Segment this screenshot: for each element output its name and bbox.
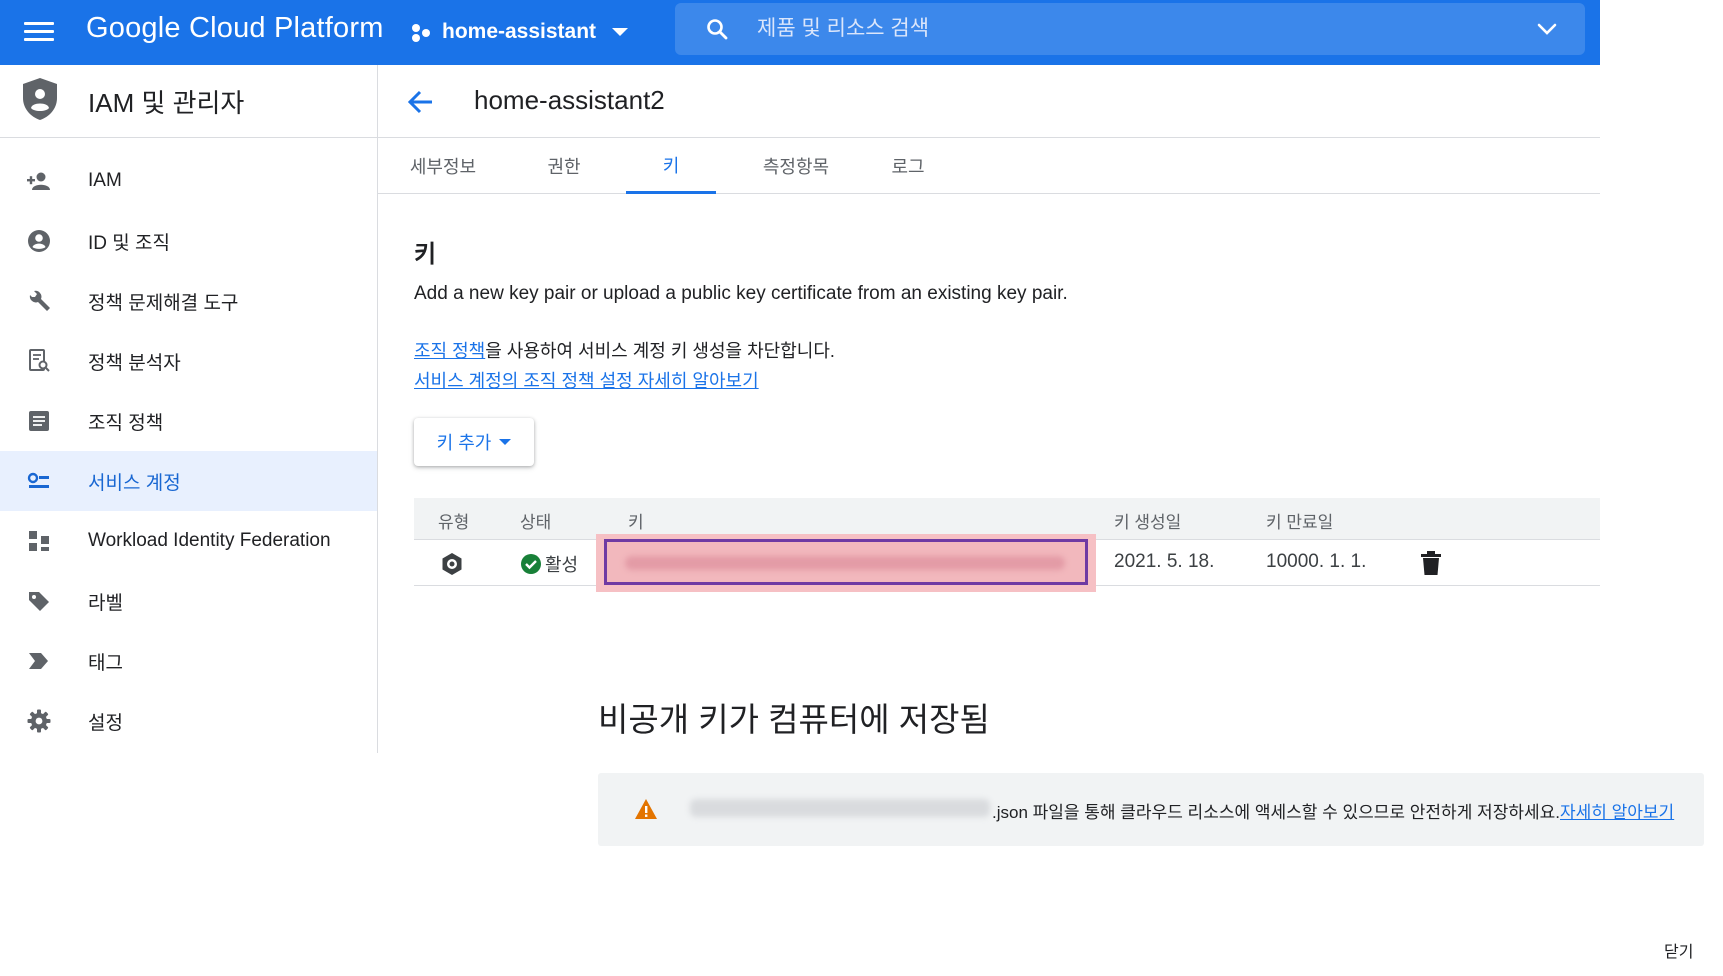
project-name: home-assistant	[442, 20, 597, 43]
warning-icon	[635, 799, 657, 819]
caret-down-icon	[499, 439, 512, 445]
sidebar-item-identity[interactable]: ID 및 조직	[0, 211, 377, 271]
sidebar-title: IAM 및 관리자	[88, 88, 245, 118]
warning-learn-more-link[interactable]: 자세히 알아보기	[1560, 803, 1674, 822]
redacted-text	[625, 556, 1065, 570]
top-app-bar: Google Cloud Platform home-assistant	[0, 0, 1600, 65]
tab-keys[interactable]: 키	[626, 138, 716, 194]
key-type-icon	[442, 553, 462, 575]
sidebar-item-iam[interactable]: IAM	[0, 151, 377, 211]
warning-message: .json 파일을 통해 클라우드 리소스에 액세스할 수 있으므로 안전하게 …	[992, 803, 1560, 822]
sidebar-item-label: 태그	[88, 652, 123, 674]
dialog-title: 비공개 키가 컴퓨터에 저장됨	[598, 701, 990, 738]
search-input[interactable]	[757, 11, 1477, 47]
shield-icon	[23, 78, 57, 120]
add-key-label: 키 추가	[436, 433, 492, 453]
arrow-back-icon[interactable]	[406, 87, 436, 117]
sidebar: IAM 및 관리자 IAM ID 및 조직 정책 문제해결 도구 정책 분석자 …	[0, 65, 378, 753]
sidebar-item-label: 조직 정책	[88, 412, 164, 434]
tab-logs[interactable]: 로그	[878, 138, 938, 194]
sidebar-item-service-accounts[interactable]: 서비스 계정	[0, 451, 377, 511]
sidebar-item-policy-analyzer[interactable]: 정책 분석자	[0, 331, 377, 391]
search-bar[interactable]	[675, 3, 1585, 55]
column-header-type: 유형	[438, 513, 470, 532]
project-dots-icon	[410, 21, 432, 43]
gear-icon	[27, 709, 51, 733]
account-circle-icon	[28, 230, 50, 252]
wrench-icon	[29, 290, 50, 311]
key-created-date: 2021. 5. 18.	[1114, 551, 1215, 572]
sidebar-item-label: 라벨	[88, 592, 123, 614]
tag-chevron-icon	[29, 653, 48, 669]
section-title: 키	[414, 241, 437, 268]
warning-text: .json 파일을 통해 클라우드 리소스에 액세스할 수 있으므로 안전하게 …	[992, 798, 1674, 823]
menu-icon[interactable]	[22, 17, 56, 45]
learn-more-line: 서비스 계정의 조직 정책 설정 자세히 알아보기	[414, 367, 759, 393]
tab-details[interactable]: 세부정보	[398, 138, 488, 194]
check-circle-icon	[521, 554, 541, 574]
tab-permissions[interactable]: 권한	[528, 138, 600, 194]
sidebar-item-org-policies[interactable]: 조직 정책	[0, 391, 377, 451]
sidebar-item-workload-identity[interactable]: Workload Identity Federation	[0, 511, 377, 571]
trash-icon[interactable]	[1420, 550, 1442, 576]
sidebar-item-policy-troubleshooter[interactable]: 정책 문제해결 도구	[0, 271, 377, 331]
sidebar-item-label: Workload Identity Federation	[88, 530, 331, 551]
column-header-expires: 키 만료일	[1266, 513, 1334, 532]
chevron-down-icon[interactable]	[1537, 19, 1557, 39]
document-search-icon	[29, 349, 50, 372]
chevron-down-icon	[612, 28, 629, 36]
sidebar-item-label: 정책 문제해결 도구	[88, 292, 239, 314]
status-badge: 활성	[520, 551, 578, 577]
sidebar-item-tags[interactable]: 태그	[0, 631, 377, 691]
warning-banner: .json 파일을 통해 클라우드 리소스에 액세스할 수 있으므로 안전하게 …	[598, 773, 1704, 846]
tab-bar: 세부정보 권한 키 측정항목 로그	[378, 138, 1600, 194]
person-add-icon	[27, 172, 50, 190]
sidebar-item-labels[interactable]: 라벨	[0, 571, 377, 631]
sidebar-item-label: ID 및 조직	[88, 232, 170, 254]
sidebar-item-label: IAM	[88, 170, 122, 191]
label-icon	[29, 592, 49, 611]
workload-identity-icon	[29, 531, 49, 551]
keys-description: Add a new key pair or upload a public ke…	[414, 283, 1068, 304]
list-alt-icon	[29, 411, 49, 431]
org-policy-link[interactable]: 조직 정책	[414, 341, 485, 361]
column-header-status: 상태	[520, 513, 552, 532]
redacted-filename	[690, 799, 990, 817]
page-header: home-assistant2	[378, 65, 1600, 138]
add-key-button[interactable]: 키 추가	[414, 418, 534, 466]
column-header-created: 키 생성일	[1114, 513, 1182, 532]
sidebar-item-label: 정책 분석자	[88, 352, 181, 374]
close-button[interactable]: 닫기	[1664, 938, 1693, 962]
brand-logo[interactable]: Google Cloud Platform	[86, 12, 384, 45]
page-title: home-assistant2	[474, 85, 665, 115]
project-selector[interactable]: home-assistant	[410, 14, 629, 50]
policy-notice-text: 을 사용하여 서비스 계정 키 생성을 차단합니다.	[485, 341, 835, 361]
key-expiry-date: 10000. 1. 1.	[1266, 551, 1367, 572]
status-text: 활성	[545, 555, 579, 575]
policy-notice: 조직 정책을 사용하여 서비스 계정 키 생성을 차단합니다.	[414, 337, 835, 363]
sidebar-item-label: 설정	[88, 712, 123, 734]
learn-more-link[interactable]: 서비스 계정의 조직 정책 설정 자세히 알아보기	[414, 371, 759, 391]
column-header-key: 키	[628, 513, 644, 532]
search-icon	[707, 19, 728, 40]
service-account-icon	[27, 472, 49, 488]
sidebar-header: IAM 및 관리자	[0, 65, 377, 138]
sidebar-item-label: 서비스 계정	[88, 472, 181, 494]
sidebar-item-settings[interactable]: 설정	[0, 691, 377, 751]
tab-metrics[interactable]: 측정항목	[748, 138, 844, 194]
key-id-redacted	[604, 539, 1088, 585]
